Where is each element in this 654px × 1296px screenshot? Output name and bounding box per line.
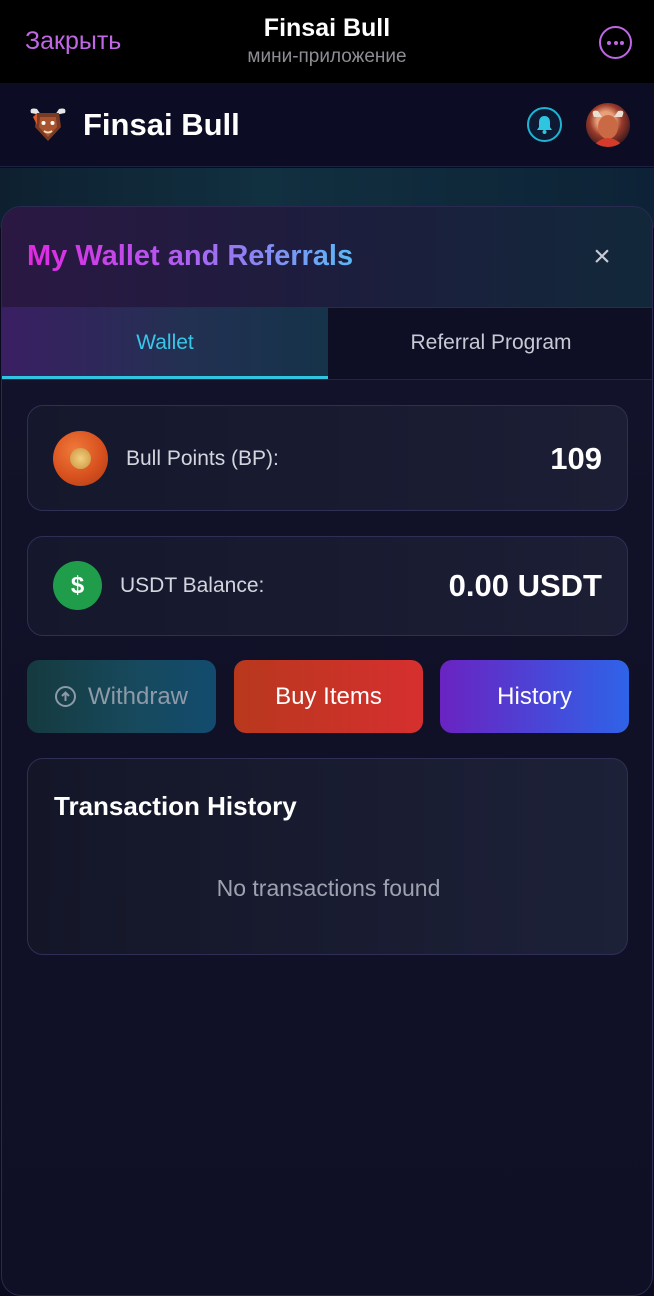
app-name: Finsai Bull — [83, 107, 240, 142]
wallet-modal: My Wallet and Referrals × Wallet Referra… — [1, 206, 653, 1296]
miniapp-subtitle: мини-приложение — [247, 46, 407, 67]
history-button[interactable]: History — [440, 660, 629, 733]
usdt-balance-card: $ USDT Balance: 0.00 USDT — [27, 536, 628, 636]
usdt-balance-value: 0.00 USDT — [448, 568, 602, 603]
tab-bar: Wallet Referral Program — [2, 308, 652, 380]
more-icon[interactable] — [599, 26, 632, 59]
withdraw-button[interactable]: Withdraw — [27, 660, 216, 733]
bull-points-value: 109 — [550, 441, 602, 476]
close-icon[interactable]: × — [587, 242, 617, 272]
bull-points-label: Bull Points (BP): — [126, 447, 279, 470]
transaction-history-card: Transaction History No transactions foun… — [27, 758, 628, 955]
modal-header: My Wallet and Referrals × — [2, 207, 652, 308]
transaction-history-title: Transaction History — [54, 791, 297, 821]
bell-icon[interactable] — [527, 107, 562, 142]
tab-wallet[interactable]: Wallet — [2, 308, 328, 379]
coin-emblem — [70, 448, 91, 469]
usdt-balance-label: USDT Balance: — [120, 574, 265, 597]
more-dot — [607, 41, 611, 45]
tab-referral-program[interactable]: Referral Program — [328, 308, 652, 379]
modal-title: My Wallet and Referrals — [27, 240, 354, 272]
bull-points-card: Bull Points (BP): 109 — [27, 405, 628, 511]
buy-items-button[interactable]: Buy Items — [234, 660, 423, 733]
withdraw-label: Withdraw — [87, 683, 189, 710]
bull-logo-icon[interactable] — [27, 105, 69, 145]
more-dot — [613, 41, 618, 45]
arrow-up-circle-icon — [54, 686, 76, 707]
dollar-icon: $ — [53, 561, 102, 610]
telegram-top-bar: Закрыть Finsai Bull мини-приложение — [0, 0, 654, 83]
more-dot — [620, 41, 624, 45]
empty-state-text: No transactions found — [216, 875, 441, 901]
user-avatar[interactable] — [586, 103, 630, 147]
bull-coin-icon — [53, 431, 108, 486]
app-header: Finsai Bull — [0, 83, 654, 167]
miniapp-title: Finsai Bull — [263, 14, 391, 42]
